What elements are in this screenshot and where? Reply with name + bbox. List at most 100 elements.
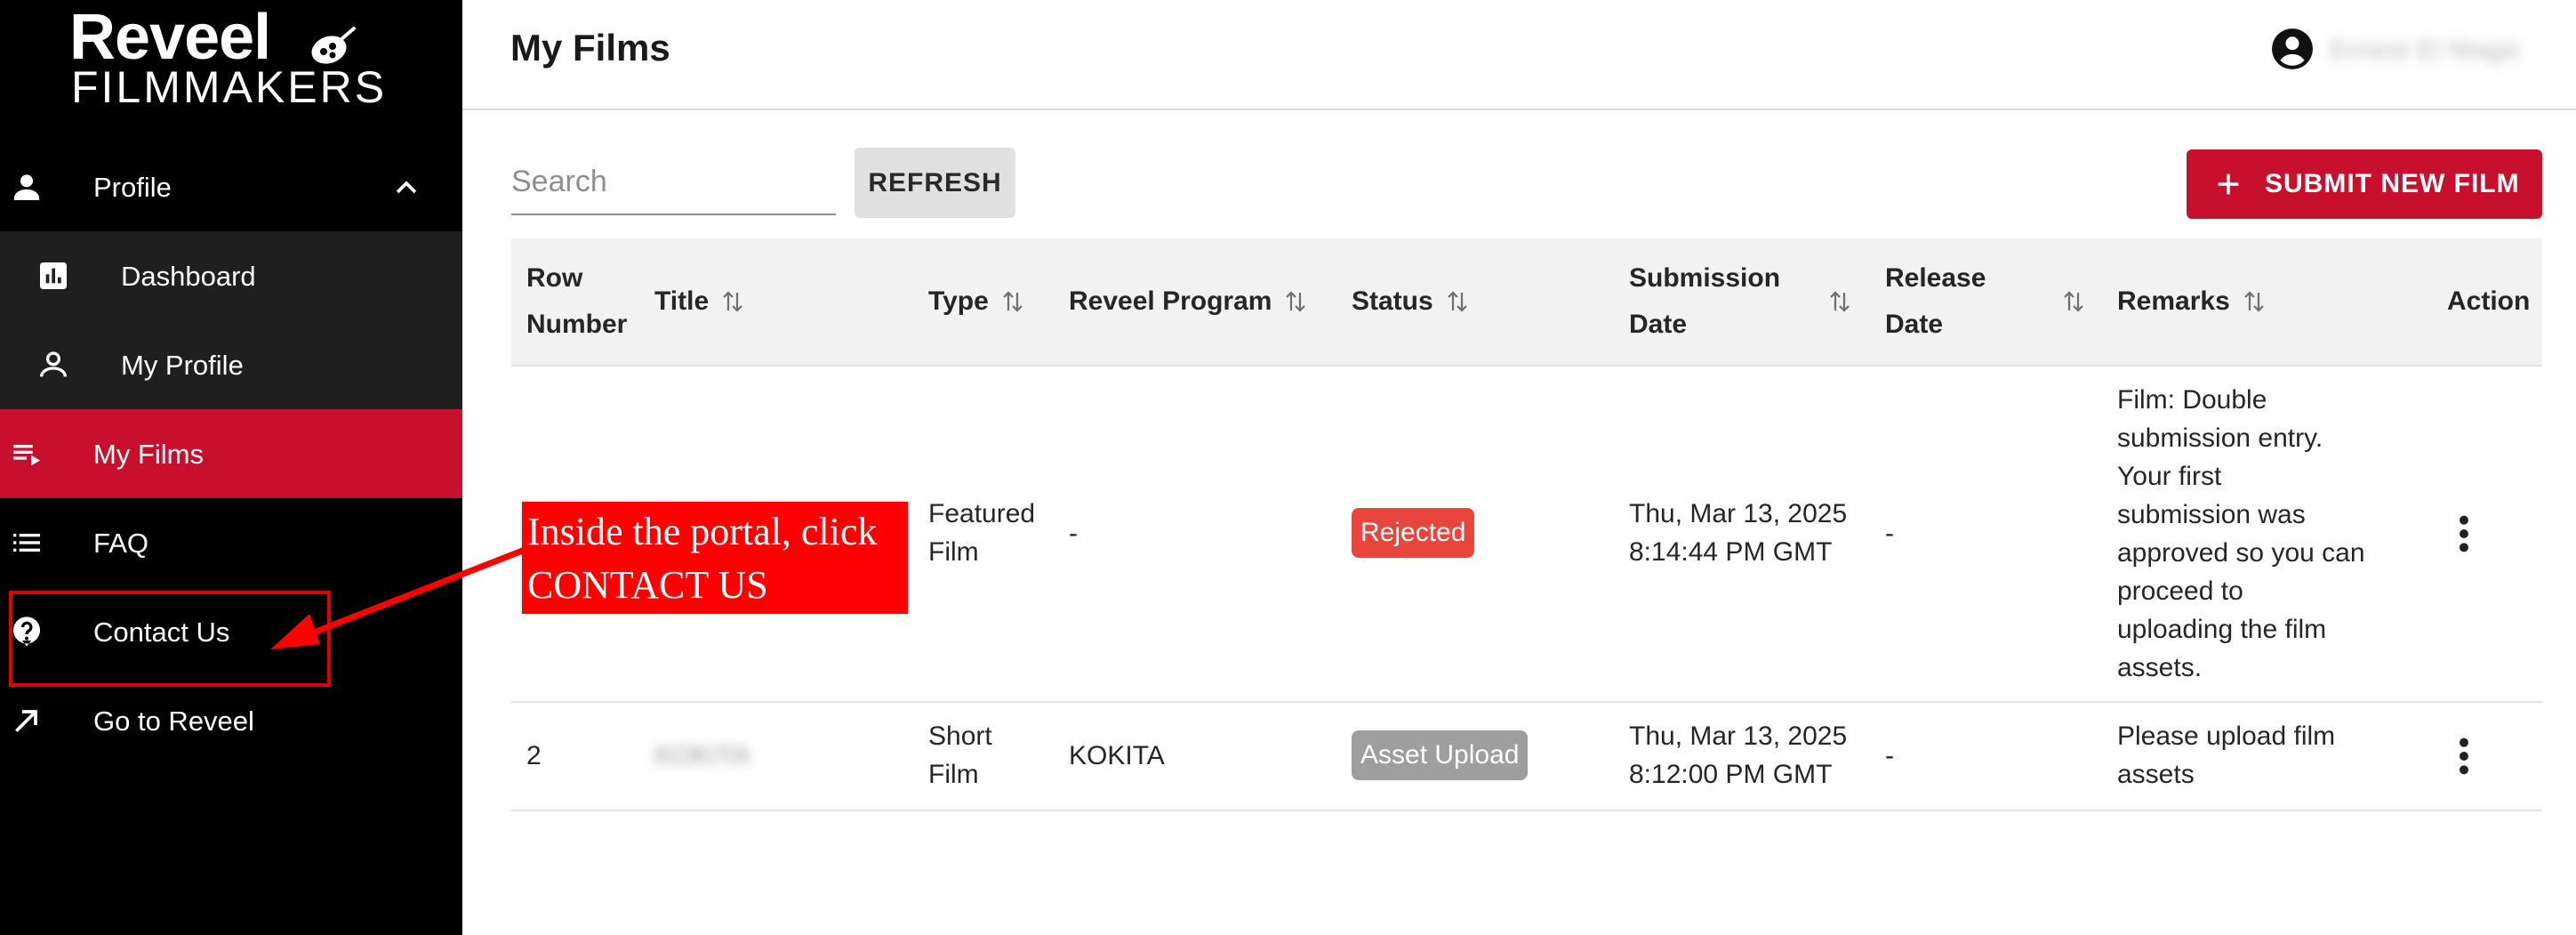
sidebar-item-label: Dashboard [121, 261, 256, 292]
sort-icon[interactable] [1001, 288, 1024, 315]
sidebar-item-dashboard[interactable]: Dashboard [0, 231, 462, 320]
annotation-text: Inside the portal, click CONTACT US [527, 505, 910, 612]
column-header-action: Action [2447, 238, 2530, 365]
column-header-remarks[interactable]: Remarks [2117, 238, 2266, 365]
remarks-cell: Film: Double submission entry. Your firs… [2117, 381, 2365, 687]
row-divider [511, 365, 2542, 367]
sidebar-item-label: My Profile [121, 350, 244, 381]
column-header-row-number: Row Number [526, 238, 627, 365]
sidebar-item-label: My Films [93, 439, 204, 470]
column-header-label: Action [2447, 286, 2531, 316]
sort-icon[interactable] [1284, 288, 1307, 315]
sort-icon[interactable] [1828, 288, 1851, 315]
table-header: Row Number Title Type Reveel Program Stat… [511, 238, 2542, 365]
row-divider [511, 810, 2542, 811]
type-line: Short [928, 721, 992, 751]
status-badge: Asset Upload [1352, 730, 1529, 780]
submission-date-cell: Thu, Mar 13, 2025 8:14:44 PM GMT [1629, 495, 1847, 571]
chevron-up-icon[interactable] [391, 173, 421, 203]
row-divider [511, 701, 2542, 703]
sort-icon[interactable] [2243, 288, 2266, 315]
user-name[interactable]: Ernest El Magic [2330, 34, 2523, 66]
sidebar: Reveel FILMMAKERS Profile Dashboard My P… [0, 0, 462, 935]
column-header-label: Type [928, 286, 989, 316]
logo-subtitle: FILMMAKERS [71, 62, 388, 112]
sidebar-item-my-films[interactable]: My Films [0, 409, 462, 498]
search-field [511, 149, 836, 215]
page-title: My Films [510, 27, 670, 69]
submission-time: 8:12:00 PM GMT [1629, 760, 1833, 789]
submission-time: 8:14:44 PM GMT [1629, 537, 1833, 567]
column-header-label: Submission [1629, 263, 1781, 293]
type-cell: Featured Film [928, 495, 1035, 571]
column-header-label: Status [1352, 286, 1433, 316]
bar-chart-icon [40, 262, 67, 289]
column-header-label: Row [526, 263, 583, 293]
remarks-line: Please upload film [2117, 721, 2336, 751]
column-header-reveel-program[interactable]: Reveel Program [1069, 238, 1307, 365]
remarks-line: Film: Double [2117, 385, 2267, 415]
person-outline-icon [40, 351, 67, 377]
column-header-label: Number [526, 310, 628, 339]
submission-date: Thu, Mar 13, 2025 [1629, 499, 1848, 528]
remarks-line: assets. [2117, 653, 2203, 682]
annotation-arrow-icon [270, 546, 526, 649]
column-header-label: Reveel Program [1069, 286, 1272, 316]
sidebar-item-label: Profile [93, 172, 172, 203]
column-header-label: Title [654, 286, 710, 316]
annotation-line: CONTACT US [527, 563, 768, 607]
arrow-up-right-icon [15, 710, 37, 732]
column-header-type[interactable]: Type [928, 238, 1024, 365]
remarks-line: approved so you can [2117, 538, 2365, 568]
playlist-play-icon [13, 445, 40, 466]
remarks-line: uploading the film [2117, 615, 2327, 644]
sidebar-item-go-to-reveel[interactable]: Go to Reveel [0, 676, 462, 765]
type-line: Featured [928, 499, 1036, 528]
submission-date: Thu, Mar 13, 2025 [1629, 721, 1848, 751]
column-header-status[interactable]: Status [1352, 238, 1469, 365]
submit-new-film-button[interactable]: SUBMIT NEW FILM [2187, 149, 2542, 219]
title-cell: KOKITA [654, 741, 750, 770]
remarks-cell: Please upload film assets [2117, 717, 2335, 794]
column-header-release-date[interactable]: Release Date [1885, 238, 2107, 365]
type-line: Film [928, 760, 979, 789]
sidebar-item-my-profile[interactable]: My Profile [0, 320, 462, 409]
column-header-label: Remarks [2117, 286, 2230, 316]
row-number-cell: 2 [526, 741, 542, 770]
remarks-line: submission entry. [2117, 423, 2323, 453]
sidebar-item-label: FAQ [93, 528, 149, 559]
sort-icon[interactable] [2062, 288, 2085, 315]
account-circle-icon[interactable] [2270, 27, 2315, 71]
person-icon [13, 174, 40, 200]
reveel-filmmakers-logo[interactable]: Reveel FILMMAKERS [69, 2, 384, 110]
remarks-line: Your first [2117, 462, 2222, 491]
submit-new-film-label: SUBMIT NEW FILM [2265, 169, 2520, 198]
remarks-line: proceed to [2117, 576, 2243, 606]
program-cell: - [1069, 519, 1078, 548]
top-bar: My Films Ernest El Magic [462, 0, 2576, 110]
refresh-button[interactable]: REFRESH [855, 148, 1015, 218]
annotation-callout: Inside the portal, click CONTACT US [522, 502, 908, 614]
more-vertical-icon[interactable] [2457, 513, 2471, 554]
submission-date-cell: Thu, Mar 13, 2025 8:12:00 PM GMT [1629, 717, 1847, 794]
column-header-label: Date [1885, 310, 1944, 339]
remarks-line: submission was [2117, 500, 2306, 529]
search-input[interactable] [511, 157, 831, 206]
column-header-title[interactable]: Title [654, 238, 744, 365]
sidebar-item-profile[interactable]: Profile [0, 142, 462, 231]
more-vertical-icon[interactable] [2457, 736, 2471, 777]
sort-icon[interactable] [721, 288, 744, 315]
type-line: Film [928, 537, 979, 567]
remarks-line: assets [2117, 760, 2195, 789]
release-date-cell: - [1885, 519, 1894, 548]
status-badge: Rejected [1352, 508, 1475, 558]
column-header-label: Date [1629, 310, 1688, 339]
list-icon [13, 534, 40, 552]
logo-wordmark: Reveel [69, 2, 271, 73]
plus-icon [2218, 173, 2239, 195]
annotation-line: Inside the portal, click [527, 510, 878, 553]
column-header-label: Release [1885, 263, 1986, 293]
release-date-cell: - [1885, 741, 1894, 770]
column-header-submission-date[interactable]: Submission Date [1629, 238, 1851, 365]
sort-icon[interactable] [1446, 288, 1469, 315]
